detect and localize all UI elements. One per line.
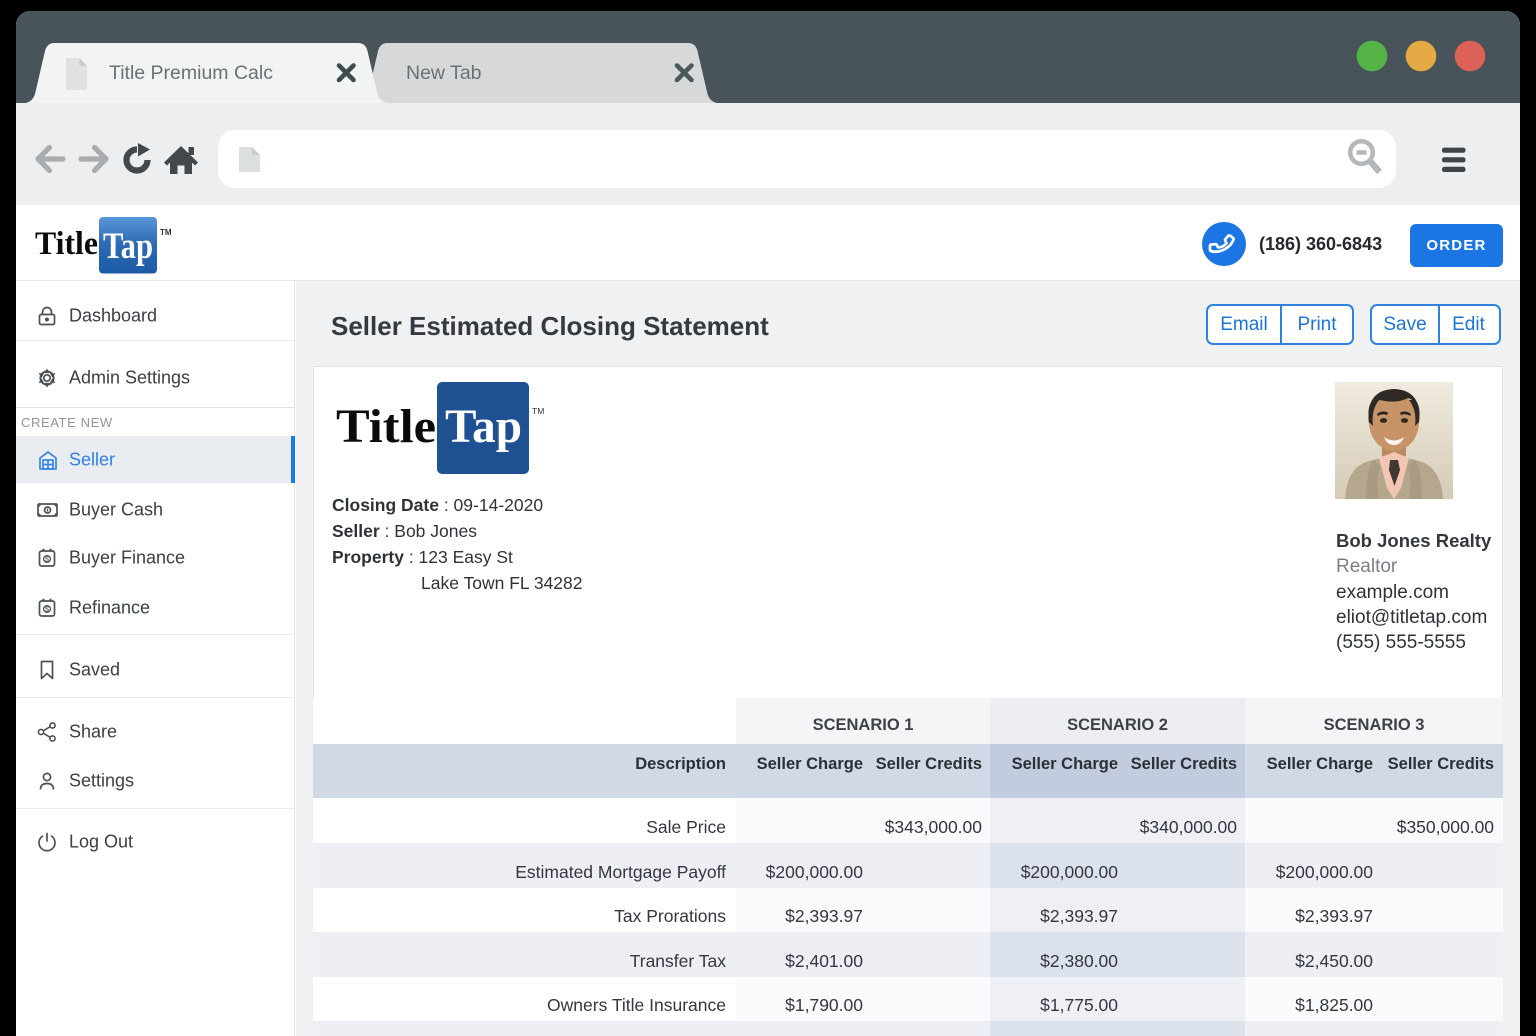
svg-text:Tap: Tap: [103, 226, 153, 267]
svg-text:TM: TM: [532, 406, 544, 416]
svg-text:Title: Title: [336, 400, 436, 453]
svg-text:Title: Title: [35, 226, 98, 262]
svg-text:Tap: Tap: [445, 400, 522, 453]
svg-text:TM: TM: [160, 228, 172, 237]
